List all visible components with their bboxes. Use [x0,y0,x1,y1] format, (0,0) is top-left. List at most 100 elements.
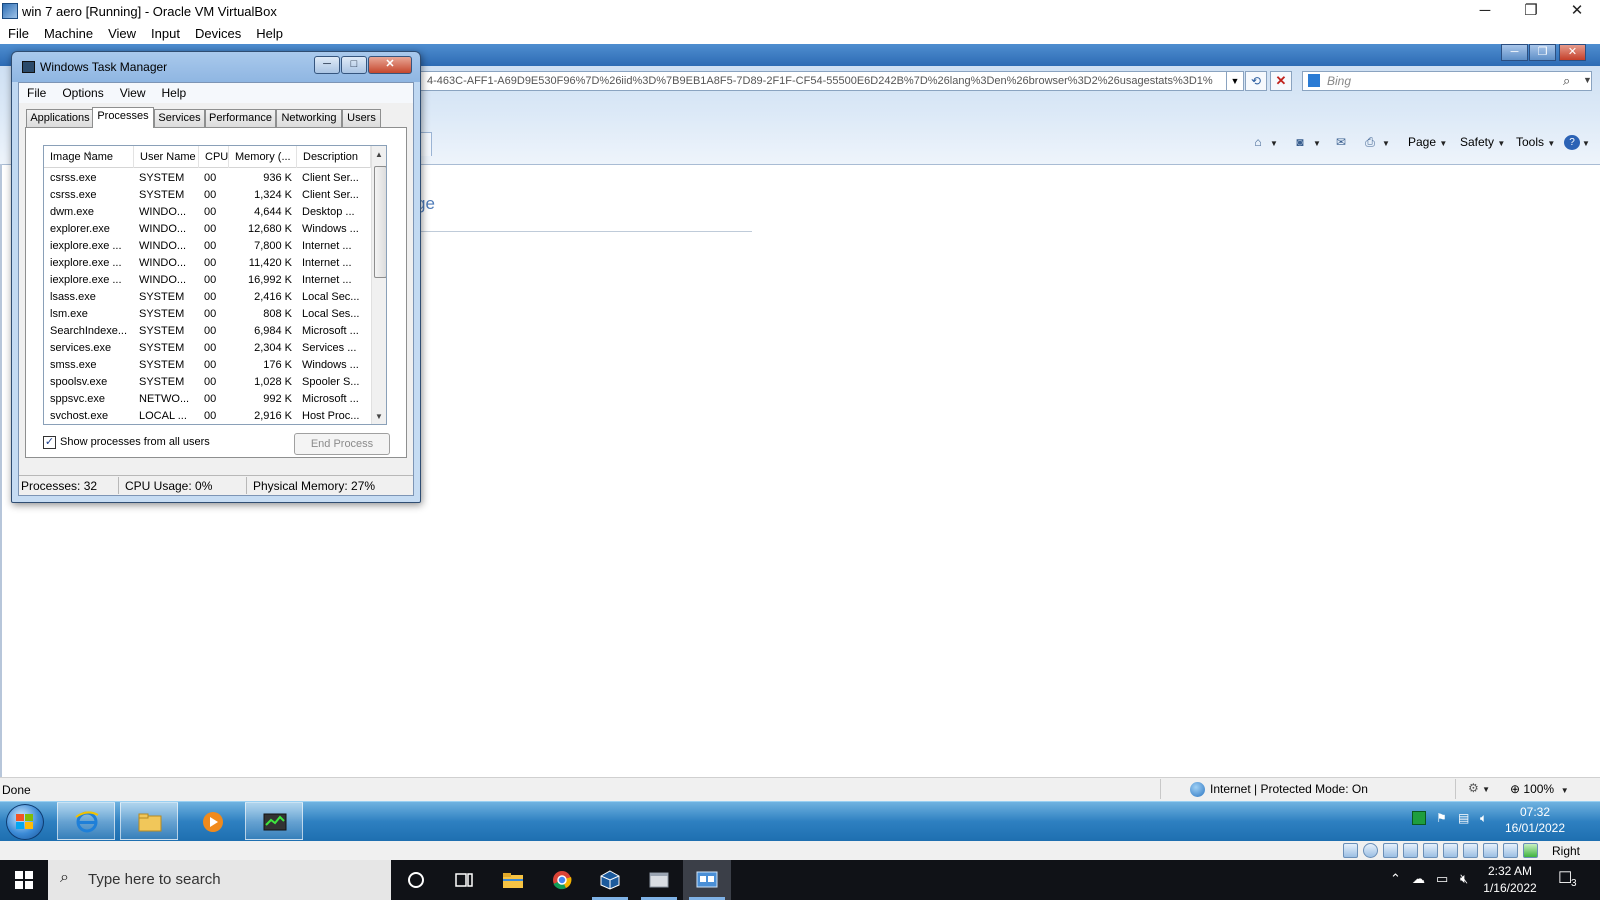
guest-clock[interactable]: 07:32 16/01/2022 [1490,804,1580,836]
recording-indicator-icon[interactable] [1483,843,1498,858]
tm-close-button[interactable]: ✕ [368,56,412,74]
vbox-menu-input[interactable]: Input [143,24,187,41]
feeds-dropdown[interactable]: ▼ [1313,132,1321,154]
host-app-window[interactable] [635,860,683,900]
table-row[interactable]: lsm.exe SYSTEM 00 808 K Local Ses... [44,306,371,323]
help-icon[interactable]: ? [1564,135,1580,150]
optical-drive-indicator-icon[interactable] [1363,843,1378,858]
vbox-menu-help[interactable]: Help [248,24,290,41]
tm-menu-options[interactable]: Options [54,83,111,100]
stop-icon[interactable]: ✕ [1270,71,1292,91]
tm-menu-view[interactable]: View [112,83,154,100]
host-vm-window-active[interactable] [683,860,731,900]
taskbar-internet-explorer[interactable] [57,802,115,840]
table-row[interactable]: SearchIndexe... SYSTEM 00 6,984 K Microsoft … [44,323,371,340]
action-center-icon[interactable]: ⚑ [1436,811,1450,825]
tab-applications[interactable]: Applications [26,109,94,127]
show-all-processes-checkbox[interactable]: ✓ [43,436,56,449]
ie-zone-text[interactable]: Internet | Protected Mode: On [1210,782,1368,796]
mail-icon[interactable]: ✉ [1333,135,1349,150]
table-row[interactable]: lsass.exe SYSTEM 00 2,416 K Local Sec... [44,289,371,306]
column-cpu[interactable]: CPU [199,146,229,168]
audio-indicator-icon[interactable] [1383,843,1398,858]
table-row[interactable]: svchost.exe LOCAL ... 00 2,916 K Host Proc..… [44,408,371,424]
shared-folders-indicator-icon[interactable] [1443,843,1458,858]
restore-button[interactable]: ❐ [1508,0,1554,24]
home-icon[interactable]: ⌂ [1250,135,1266,150]
show-all-processes-label[interactable]: Show processes from all users [60,436,210,448]
ie-address-bar[interactable]: 4-463C-AFF1-A69D9E530F96%7D%26iid%3D%7B9… [420,71,1240,91]
cortana-button[interactable] [392,860,440,900]
host-clock[interactable]: 2:32 AM 1/16/2022 [1470,863,1550,897]
protected-mode-icon[interactable]: ⚙ ▼ [1468,781,1490,795]
table-row[interactable]: explorer.exe WINDO... 00 12,680 K Windows ..… [44,221,371,238]
table-row[interactable]: smss.exe SYSTEM 00 176 K Windows ... [44,357,371,374]
close-button[interactable]: ✕ [1554,0,1600,24]
table-row[interactable]: csrss.exe SYSTEM 00 936 K Client Ser... [44,170,371,187]
windows-start-icon[interactable] [14,870,34,890]
onedrive-icon[interactable]: ☁ [1412,871,1425,887]
scroll-down-icon[interactable]: ▼ [375,412,383,421]
page-menu[interactable]: Page ▼ [1408,132,1447,154]
network-indicator-icon[interactable] [1403,843,1418,858]
taskbar-explorer[interactable] [120,802,178,840]
host-search-placeholder[interactable]: Type here to search [88,871,221,888]
hard-disk-indicator-icon[interactable] [1343,843,1358,858]
usb-indicator-icon[interactable] [1423,843,1438,858]
network-icon[interactable]: ▭ [1436,871,1448,887]
column-image-name[interactable]: ▲ Image Name [44,146,134,168]
column-description[interactable]: Description [297,146,371,168]
network-icon[interactable]: ▤ [1458,811,1472,825]
mouse-integration-indicator-icon[interactable] [1523,843,1538,858]
taskbar-media-player[interactable] [183,802,241,840]
scrollbar-thumb[interactable] [374,166,386,278]
search-icon[interactable]: ⌕ [1563,73,1570,89]
display-indicator-icon[interactable] [1463,843,1478,858]
vbox-menu-devices[interactable]: Devices [187,24,248,41]
tab-processes[interactable]: Processes [92,107,154,128]
end-process-button[interactable]: End Process [294,433,390,455]
tm-menu-help[interactable]: Help [154,83,195,100]
help-dropdown[interactable]: ▼ [1582,132,1590,154]
tm-maximize-button[interactable]: □ [341,56,367,74]
process-list[interactable]: ▲ Image Name User Name CPU Memory (... De… [43,145,387,425]
column-user-name[interactable]: User Name [134,146,199,168]
home-dropdown[interactable]: ▼ [1270,132,1278,154]
search-dropdown-icon[interactable]: ▼ [1583,75,1592,85]
vbox-menu-file[interactable]: File [0,24,36,41]
tm-menu-file[interactable]: File [19,83,54,100]
volume-muted-icon[interactable]: 🔇︎ [1460,871,1468,887]
table-row[interactable]: spoolsv.exe SYSTEM 00 1,028 K Spooler S... [44,374,371,391]
table-row[interactable]: iexplore.exe ... WINDO... 00 7,800 K Interne… [44,238,371,255]
tools-menu[interactable]: Tools ▼ [1516,132,1555,154]
tm-minimize-button[interactable]: ─ [314,56,340,74]
ie-restore-button[interactable]: ❐ [1529,44,1556,61]
refresh-icon[interactable]: ⟲ [1245,71,1267,91]
ie-close-button[interactable]: ✕ [1559,44,1586,61]
table-row[interactable]: iexplore.exe ... WINDO... 00 16,992 K Intern… [44,272,371,289]
host-chrome[interactable] [538,860,586,900]
host-file-explorer[interactable] [489,860,537,900]
tab-services[interactable]: Services [154,109,205,127]
column-memory[interactable]: Memory (... [229,146,297,168]
print-dropdown[interactable]: ▼ [1382,132,1390,154]
tray-app-icon[interactable] [1412,811,1426,825]
address-dropdown-icon[interactable]: ▼ [1226,71,1244,91]
minimize-button[interactable]: ─ [1462,0,1508,24]
table-row[interactable]: csrss.exe SYSTEM 00 1,324 K Client Ser... [44,187,371,204]
safety-menu[interactable]: Safety ▼ [1460,132,1505,154]
vbox-menu-machine[interactable]: Machine [36,24,100,41]
tab-performance[interactable]: Performance [205,109,276,127]
taskbar-task-manager[interactable] [245,802,303,840]
table-row[interactable]: sppsvc.exe NETWO... 00 992 K Microsoft ... [44,391,371,408]
show-hidden-icons-icon[interactable]: ⌃ [1390,871,1401,887]
process-list-scrollbar[interactable]: ▲ ▼ [371,146,386,424]
print-icon[interactable]: ⎙ [1362,135,1378,150]
vbox-menu-view[interactable]: View [100,24,143,41]
feeds-icon[interactable]: ◙ [1292,135,1308,150]
ie-minimize-button[interactable]: ─ [1501,44,1528,61]
scroll-up-icon[interactable]: ▲ [375,150,383,159]
tab-users[interactable]: Users [342,109,381,127]
table-row[interactable]: dwm.exe WINDO... 00 4,644 K Desktop ... [44,204,371,221]
notification-center-icon[interactable]: ☐ 3 [1558,868,1580,890]
